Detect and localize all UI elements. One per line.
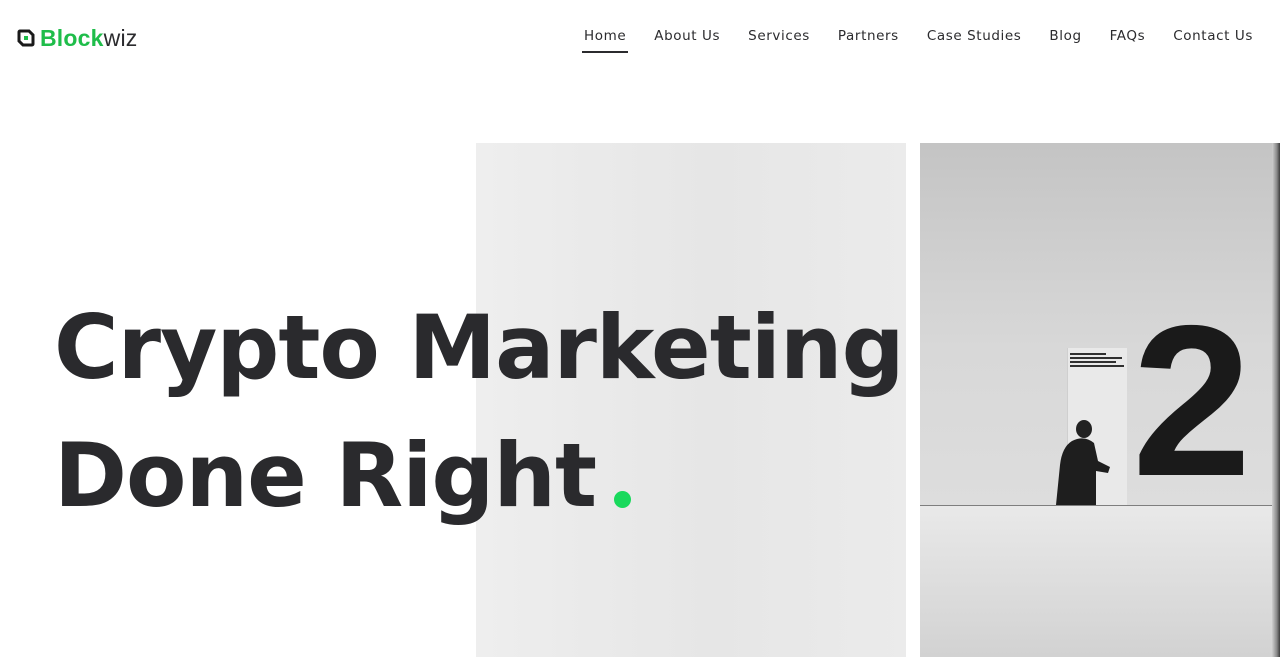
brand-name-wiz: wiz: [103, 25, 138, 51]
brand-name-block: Block: [40, 25, 104, 51]
blockwiz-logo-icon: [16, 28, 36, 48]
wall-ledge: [920, 505, 1272, 657]
brand-name: Blockwiz: [40, 24, 137, 52]
large-number: 2: [1132, 280, 1252, 521]
hero-headline: Crypto Marketing Done Right: [54, 284, 905, 540]
headline-line-1: Crypto Marketing: [54, 296, 905, 399]
nav-services[interactable]: Services: [748, 26, 810, 52]
nav-blog[interactable]: Blog: [1049, 26, 1081, 52]
nav-partners[interactable]: Partners: [838, 26, 899, 52]
sign-text-lines: [1070, 353, 1128, 369]
main-navigation: Home About Us Services Partners Case Stu…: [581, 26, 1253, 53]
nav-about-us[interactable]: About Us: [654, 26, 720, 52]
hero-image-right: 2: [920, 143, 1280, 657]
nav-home[interactable]: Home: [581, 26, 629, 53]
nav-case-studies[interactable]: Case Studies: [927, 26, 1022, 52]
nav-faqs[interactable]: FAQs: [1110, 26, 1146, 52]
headline-line-2: Done Right: [54, 412, 904, 540]
person-silhouette: [1056, 420, 1110, 505]
nav-contact-us[interactable]: Contact Us: [1173, 26, 1253, 52]
brand-logo[interactable]: Blockwiz: [16, 24, 137, 52]
site-header: Blockwiz Home About Us Services Partners…: [0, 0, 1280, 74]
green-dot-icon: [614, 491, 632, 508]
wall-edge: [1272, 143, 1280, 657]
headline-line-2-text: Done Right: [54, 424, 597, 527]
